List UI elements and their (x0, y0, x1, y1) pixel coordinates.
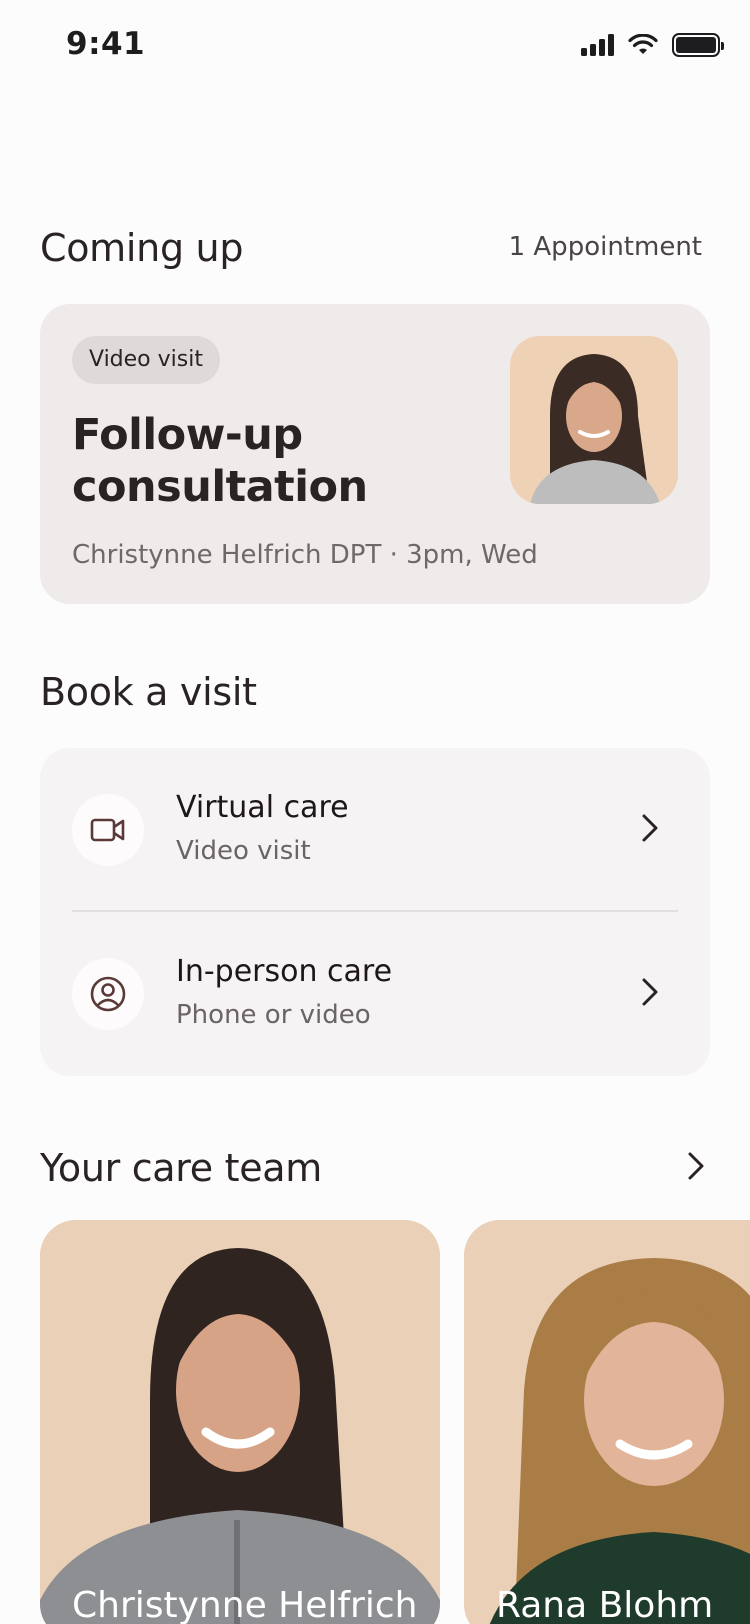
virtual-care-option[interactable]: Virtual care Video visit (40, 748, 710, 912)
member-photo (40, 1220, 440, 1624)
chevron-right-icon (642, 978, 658, 1006)
wifi-icon (628, 34, 658, 54)
book-visit-card: Virtual care Video visit In-person care … (40, 748, 710, 1076)
provider-avatar (510, 336, 678, 504)
battery-icon (672, 33, 724, 57)
user-circle-icon (72, 958, 144, 1030)
care-screen: 9:41 Coming up 1 Appointment Video visit… (0, 0, 750, 1624)
cellular-signal-icon (581, 34, 614, 56)
care-team-member-card[interactable]: Christynne Helfrich (40, 1220, 440, 1624)
appointment-card[interactable]: Video visit Follow-up consultation Chris… (40, 304, 710, 604)
video-camera-icon (72, 794, 144, 866)
appointment-count: 1 Appointment (508, 232, 702, 262)
virtual-care-subtitle: Video visit (176, 836, 311, 866)
care-team-heading: Your care team (40, 1146, 323, 1190)
appointment-meta: Christynne Helfrich DPT · 3pm, Wed (72, 540, 538, 570)
in-person-care-option[interactable]: In-person care Phone or video (40, 912, 710, 1076)
care-team-chevron-icon[interactable] (686, 1150, 706, 1182)
chevron-right-icon (642, 814, 658, 842)
visit-type-badge: Video visit (72, 336, 220, 384)
status-time: 9:41 (66, 26, 146, 62)
virtual-care-title: Virtual care (176, 790, 349, 825)
in-person-care-title: In-person care (176, 954, 393, 989)
status-bar: 9:41 (0, 0, 750, 92)
care-team-member-card[interactable]: Rana Blohm (464, 1220, 750, 1624)
book-visit-heading: Book a visit (40, 670, 257, 714)
in-person-care-subtitle: Phone or video (176, 1000, 371, 1030)
coming-up-heading: Coming up (40, 226, 244, 270)
appointment-title: Follow-up consultation (72, 410, 368, 512)
care-team-member-name: Rana Blohm (496, 1585, 714, 1624)
status-icons (581, 33, 724, 57)
member-photo (464, 1220, 750, 1624)
care-team-member-name: Christynne Helfrich (72, 1585, 418, 1624)
